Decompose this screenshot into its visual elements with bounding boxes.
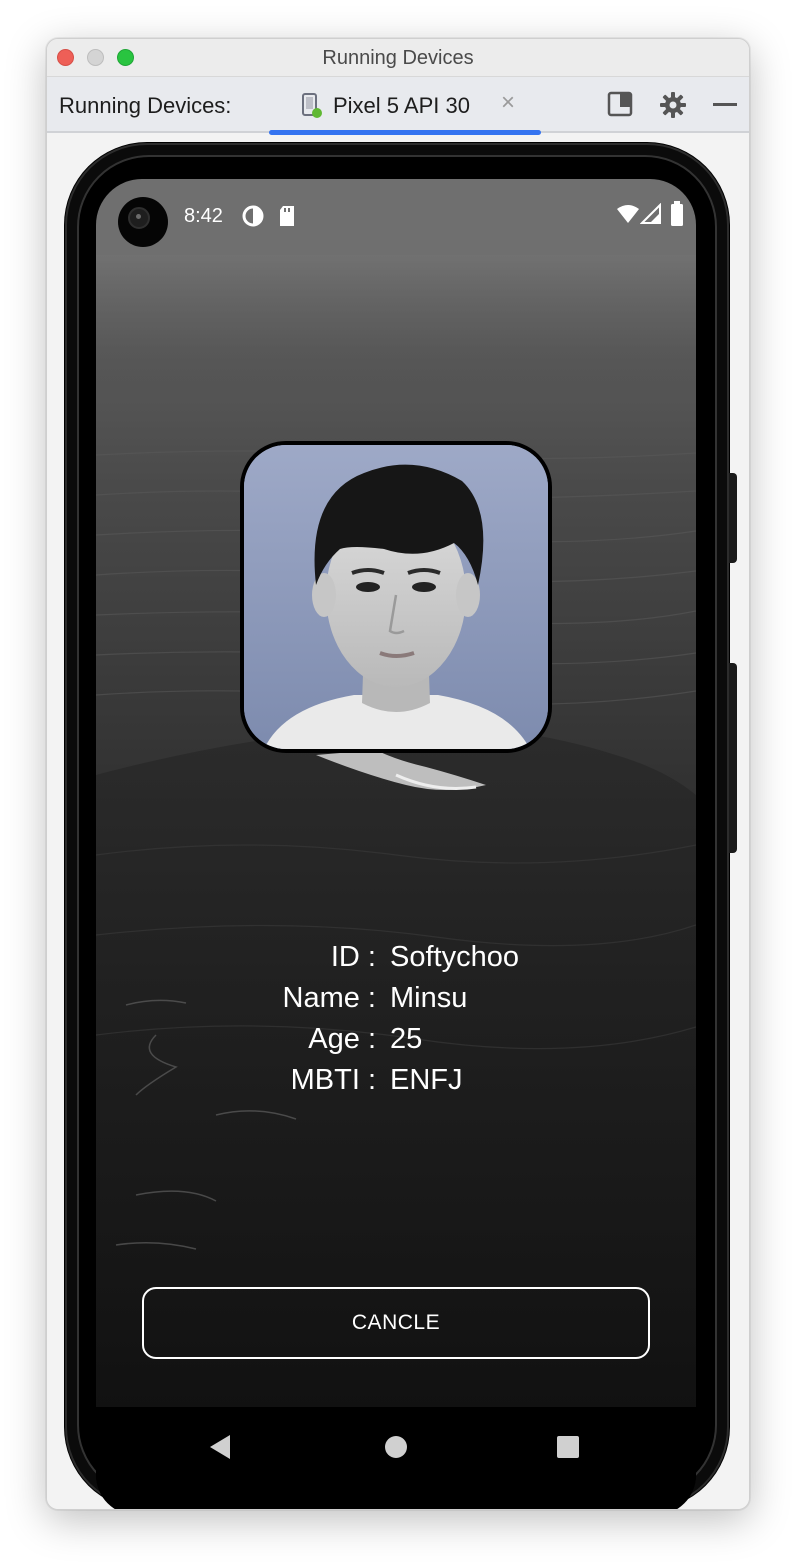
- info-value: ENFJ: [390, 1064, 463, 1096]
- ocean-wallpaper: ID : Softychoo Name : Minsu Age : 25 MBT…: [96, 255, 696, 1407]
- phone-frame: 8:42 ID: Softychoo Name: Minsu Age: 2…: [65, 143, 737, 1509]
- info-key: Age :: [308, 1023, 376, 1055]
- gear-icon[interactable]: [659, 91, 687, 119]
- profile-info: ID : Softychoo Name : Minsu Age : 25 MBT…: [96, 941, 696, 1105]
- layout-icon[interactable]: [607, 91, 635, 119]
- info-key: Name :: [282, 982, 376, 1014]
- volume-button[interactable]: [729, 663, 737, 853]
- device-screen: 8:42 ID: Softychoo Name: Minsu Age: 2…: [96, 179, 696, 1509]
- phone-device-icon: [301, 93, 323, 124]
- info-row-age: Age : 25: [96, 1023, 696, 1064]
- status-bar: 8:42: [96, 179, 696, 255]
- tab-label: Pixel 5 API 30: [333, 93, 470, 118]
- home-circle-icon[interactable]: [384, 1433, 408, 1466]
- info-value: Softychoo: [390, 941, 519, 973]
- window-title: Running Devices: [322, 47, 474, 69]
- sd-card-icon: [278, 205, 296, 232]
- cancel-button[interactable]: CANCLE: [142, 1287, 650, 1359]
- camera-cutout: [118, 197, 168, 247]
- info-row-id: ID : Softychoo: [96, 941, 696, 982]
- wifi-icon: [616, 203, 640, 230]
- info-value: 25: [390, 1023, 423, 1055]
- minimize-icon[interactable]: [711, 91, 739, 119]
- tab-pixel5[interactable]: Pixel 5 API 30 ×: [269, 77, 541, 135]
- tab-close-icon[interactable]: ×: [501, 89, 515, 117]
- navigation-bar: [96, 1407, 696, 1509]
- recents-square-icon[interactable]: [556, 1433, 580, 1466]
- status-time: 8:42: [184, 205, 223, 227]
- info-row-mbti: MBTI : ENFJ: [96, 1064, 696, 1105]
- signal-icon: [639, 202, 662, 230]
- battery-icon: [670, 201, 684, 232]
- profile-photo: [240, 441, 552, 753]
- running-devices-window: Running Devices Running Devices: Pixel 5…: [46, 38, 750, 1510]
- data-saver-icon: [242, 205, 264, 232]
- back-triangle-icon[interactable]: [208, 1433, 232, 1466]
- info-value: Minsu: [390, 982, 468, 1014]
- toolbar: Running Devices: Pixel 5 API 30 ×: [47, 77, 749, 135]
- toolbar-label: Running Devices:: [59, 93, 232, 118]
- title-bar: Running Devices: [47, 39, 749, 77]
- info-key: ID :: [330, 941, 376, 973]
- info-row-name: Name : Minsu: [96, 982, 696, 1023]
- power-button[interactable]: [729, 473, 737, 563]
- info-key: MBTI :: [290, 1064, 376, 1096]
- device-area: 8:42 ID: Softychoo Name: Minsu Age: 2…: [47, 135, 749, 1509]
